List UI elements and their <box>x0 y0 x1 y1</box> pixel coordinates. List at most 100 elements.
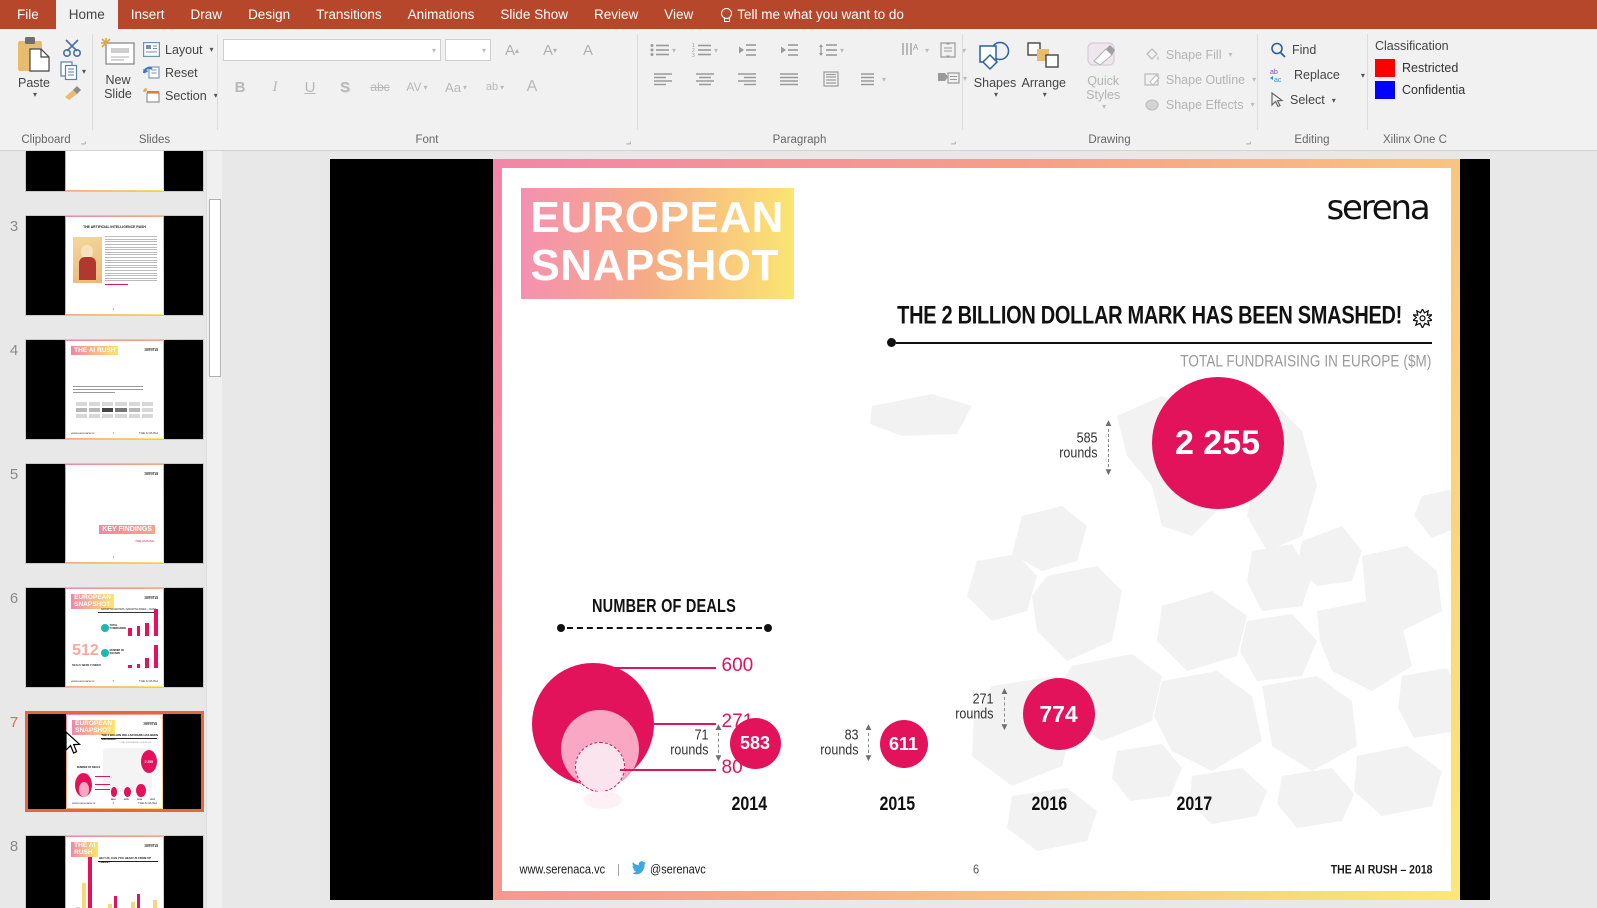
thumb6-rule <box>98 612 157 614</box>
shrink-font-icon[interactable]: A ▾ <box>533 37 567 63</box>
grow-font-icon[interactable]: A ▴ <box>495 37 529 63</box>
line-spacing-button[interactable]: ▾ <box>811 37 851 63</box>
slide-thumbnail-pane[interactable]: 3 THE ARTIFICIAL INTELLIGENCE RUSH 2 4 T… <box>0 151 222 908</box>
thumb7-bubble-2014 <box>110 787 118 797</box>
slide-letterbox: EUROPEAN SNAPSHOT serena THE 2 BILLION D… <box>329 159 1490 900</box>
thumbnail-scrollbar[interactable] <box>206 151 222 908</box>
justify-button[interactable] <box>769 66 809 92</box>
paste-button[interactable]: Paste ▾ <box>10 35 58 102</box>
shape-fill-button[interactable]: Shape Fill ▾ <box>1139 44 1261 65</box>
arrow-up-icon: ▲ <box>713 722 724 733</box>
font-name-dropdown-caret[interactable]: ▾ <box>432 46 436 55</box>
quick-styles-dropdown-caret[interactable]: ▾ <box>1102 102 1106 111</box>
tab-view[interactable]: View <box>651 0 706 29</box>
shape-outline-button[interactable]: Shape Outline ▾ <box>1139 69 1261 90</box>
select-dropdown-caret[interactable]: ▾ <box>1332 96 1336 105</box>
change-case-button[interactable]: Aa ▾ <box>437 74 475 100</box>
clipboard-dialog-launcher[interactable] <box>77 139 86 148</box>
align-right-button[interactable] <box>727 66 767 92</box>
thumbnail-slide-5[interactable]: serena KEY FINDINGS THE AI RUSH 4 <box>25 463 204 564</box>
columns-button[interactable] <box>811 66 851 92</box>
classification-restricted-button[interactable]: Restricted <box>1375 59 1465 77</box>
italic-button[interactable]: I <box>258 74 292 100</box>
decrease-indent-button[interactable] <box>727 37 767 63</box>
font-dialog-launcher[interactable] <box>622 139 631 148</box>
layout-button[interactable]: Layout ▾ <box>138 39 223 60</box>
paste-dropdown-caret[interactable]: ▾ <box>33 90 37 99</box>
quick-styles-button[interactable]: Quick Styles ▾ <box>1069 38 1136 114</box>
bold-button[interactable]: B <box>223 74 257 100</box>
align-center-button[interactable] <box>685 66 725 92</box>
copy-dropdown-caret[interactable]: ▾ <box>82 67 86 76</box>
section-button[interactable]: Section ▾ <box>138 85 223 106</box>
thumbnail-row[interactable]: 5 serena KEY FINDINGS THE AI RUSH 4 <box>0 463 222 564</box>
replace-label: Replace <box>1294 68 1340 82</box>
text-shadow-button[interactable]: S <box>328 74 362 100</box>
thumbnail-slide-6[interactable]: EUROPEAN SNAPSHOT serena GROWTH GROWTH GR… <box>25 587 204 688</box>
tab-animations[interactable]: Animations <box>395 0 488 29</box>
thumbnail-slide-8[interactable]: THE AI RUSH serena HEY UK, CAN YOU HEAR U… <box>25 835 204 908</box>
thumbnail-row[interactable] <box>0 151 222 192</box>
strikethrough-button[interactable]: abc <box>363 74 397 100</box>
font-size-dropdown-caret[interactable]: ▾ <box>482 46 486 55</box>
format-painter-icon[interactable] <box>60 84 86 102</box>
tab-slide-show[interactable]: Slide Show <box>487 0 581 29</box>
tab-home[interactable]: Home <box>55 0 118 29</box>
tell-me-search[interactable]: Tell me what you want to do <box>706 0 914 29</box>
arrange-button[interactable]: Arrange ▾ <box>1020 38 1067 102</box>
thumbnail-slide-7[interactable]: EUROPEAN SNAPSHOT serena THE 2 BILLION DO… <box>25 711 204 812</box>
copy-icon[interactable] <box>60 61 80 81</box>
thumbnail-row[interactable]: 4 THE AI RUSH serena www.serenaca.vc THE… <box>0 339 222 440</box>
thumbnail-row[interactable]: 8 THE AI RUSH serena HEY UK, CAN YOU HEAR… <box>0 835 222 908</box>
bullets-button[interactable]: ▾ <box>643 37 683 63</box>
thumb5-logo: serena <box>144 471 158 478</box>
shape-outline-caret[interactable]: ▾ <box>1252 75 1256 84</box>
slide-canvas[interactable]: EUROPEAN SNAPSHOT serena THE 2 BILLION D… <box>501 168 1451 891</box>
thumbnail-row-selected[interactable]: 7 EUROPEAN SNAPSHOT serena THE 2 BILLION … <box>0 711 222 812</box>
align-left-button[interactable] <box>643 66 683 92</box>
select-button[interactable]: Select ▾ <box>1265 89 1370 111</box>
font-color-button[interactable]: A <box>515 74 549 100</box>
drawing-dialog-launcher[interactable] <box>1242 139 1251 148</box>
find-button[interactable]: Find <box>1265 39 1370 61</box>
tab-file[interactable]: File <box>0 0 56 29</box>
slide-title[interactable]: EUROPEAN SNAPSHOT <box>520 188 794 299</box>
thumbnail-slide-2[interactable] <box>25 151 204 192</box>
font-name-input[interactable]: ▾ <box>223 39 441 61</box>
text-direction-button[interactable]: A ▾ <box>895 37 935 63</box>
thumb4-logos <box>75 402 154 418</box>
thumbnail-row[interactable]: 3 THE ARTIFICIAL INTELLIGENCE RUSH 2 <box>0 215 222 316</box>
tab-insert[interactable]: Insert <box>118 0 178 29</box>
thumbnail-slide-4[interactable]: THE AI RUSH serena www.serenaca.vc THE A… <box>25 339 204 440</box>
new-slide-button[interactable]: New Slide <box>98 35 138 101</box>
tab-design[interactable]: Design <box>235 0 303 29</box>
arrange-dropdown-caret[interactable]: ▾ <box>1043 90 1047 99</box>
slide-editing-area[interactable]: EUROPEAN SNAPSHOT serena THE 2 BILLION D… <box>222 151 1597 908</box>
replace-button[interactable]: ab ac Replace ▾ <box>1265 64 1370 86</box>
tab-transitions[interactable]: Transitions <box>303 0 395 29</box>
font-size-input[interactable]: ▾ <box>445 39 491 61</box>
shape-fill-caret[interactable]: ▾ <box>1228 50 1232 59</box>
tab-draw[interactable]: Draw <box>178 0 236 29</box>
layout-dropdown-caret[interactable]: ▾ <box>210 45 214 54</box>
tab-review[interactable]: Review <box>581 0 651 29</box>
shapes-button[interactable]: Shapes ▾ <box>972 38 1018 102</box>
underline-button[interactable]: U <box>293 74 327 100</box>
classification-confidential-button[interactable]: Confidentia <box>1375 81 1465 99</box>
increase-indent-button[interactable] <box>769 37 809 63</box>
clear-formatting-icon[interactable]: A <box>571 37 605 63</box>
numbering-button[interactable]: 123 ▾ <box>685 37 725 63</box>
shape-effects-caret[interactable]: ▾ <box>1251 100 1255 109</box>
smartart-convert-button[interactable]: ▾ <box>853 66 893 92</box>
shapes-dropdown-caret[interactable]: ▾ <box>994 90 998 99</box>
reset-button[interactable]: Reset <box>138 62 223 83</box>
thumbnail-row[interactable]: 6 EUROPEAN SNAPSHOT serena GROWTH GROWTH … <box>0 587 222 688</box>
shape-effects-button[interactable]: Shape Effects ▾ <box>1139 94 1261 115</box>
paragraph-dialog-launcher[interactable] <box>947 139 956 148</box>
text-highlight-button[interactable]: ab ▾ <box>476 74 514 100</box>
replace-dropdown-caret[interactable]: ▾ <box>1361 71 1365 80</box>
thumbnail-slide-3[interactable]: THE ARTIFICIAL INTELLIGENCE RUSH 2 <box>25 215 204 316</box>
scrollbar-thumb[interactable] <box>209 199 221 377</box>
scissors-icon[interactable] <box>60 38 86 58</box>
character-spacing-button[interactable]: AV ▾ <box>398 74 436 100</box>
